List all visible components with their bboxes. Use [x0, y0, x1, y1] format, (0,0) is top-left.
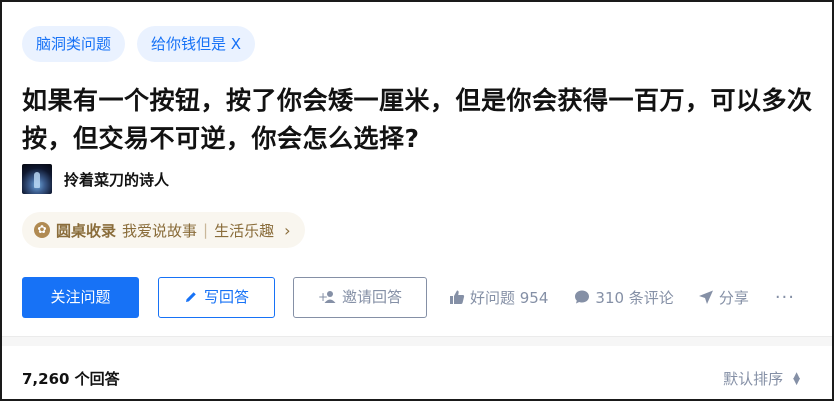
- follow-question-button[interactable]: 关注问题: [22, 276, 139, 318]
- sort-dropdown[interactable]: 默认排序 ▲ ▼: [723, 368, 800, 389]
- write-answer-label: 写回答: [203, 287, 249, 306]
- share-label: 分享: [718, 288, 749, 307]
- avatar[interactable]: [22, 164, 52, 194]
- author-name[interactable]: 拎着菜刀的诗人: [64, 169, 169, 190]
- send-icon: [698, 290, 713, 304]
- question-page: 脑洞类问题 给你钱但是 X 如果有一个按钮，按了你会矮一厘米，但是你会获得一百万…: [0, 0, 834, 401]
- topic-tag[interactable]: 脑洞类问题: [22, 26, 126, 62]
- follow-question-label: 关注问题: [50, 287, 111, 306]
- collection-separator: |: [203, 221, 209, 239]
- comments-label: 310 条评论: [595, 288, 674, 307]
- comments-button[interactable]: 310 条评论: [574, 287, 674, 308]
- sort-icon: ▲ ▼: [793, 370, 800, 387]
- answers-count: 7,260 个回答: [22, 370, 120, 388]
- roundtable-collection[interactable]: ✿ 圆桌收录 我爱说故事 | 生活乐趣 ›: [22, 212, 305, 248]
- thumbs-up-icon: [450, 290, 465, 304]
- invite-answer-label: 邀请回答: [341, 287, 402, 306]
- pencil-icon: [185, 292, 196, 302]
- collection-item: 我爱说故事: [122, 221, 198, 240]
- good-question-label: 好问题 954: [470, 288, 549, 307]
- topic-tag[interactable]: 给你钱但是 X: [137, 26, 256, 62]
- more-options-button[interactable]: ···: [775, 287, 795, 308]
- roundtable-icon: ✿: [34, 222, 50, 238]
- add-user-icon: +: [318, 290, 336, 304]
- sort-label: 默认排序: [723, 370, 784, 388]
- question-actions: 关注问题 写回答 + 邀请回答 好问题 954 310 条评论 分享 ···: [22, 276, 812, 318]
- topic-tags: 脑洞类问题 给你钱但是 X: [22, 26, 256, 62]
- write-answer-button[interactable]: 写回答: [158, 276, 275, 318]
- good-question-button[interactable]: 好问题 954: [449, 287, 548, 308]
- comment-icon: [575, 290, 590, 304]
- collection-item: 生活乐趣: [214, 221, 275, 240]
- share-button[interactable]: 分享: [698, 287, 749, 308]
- collection-name: 圆桌收录: [56, 221, 117, 240]
- section-divider: [2, 336, 832, 346]
- author[interactable]: 拎着菜刀的诗人: [22, 164, 169, 194]
- chevron-right-icon: ›: [284, 220, 291, 240]
- invite-answer-button[interactable]: + 邀请回答: [293, 276, 427, 318]
- question-title: 如果有一个按钮，按了你会矮一厘米，但是你会获得一百万，可以多次按，但交易不可逆，…: [22, 86, 813, 153]
